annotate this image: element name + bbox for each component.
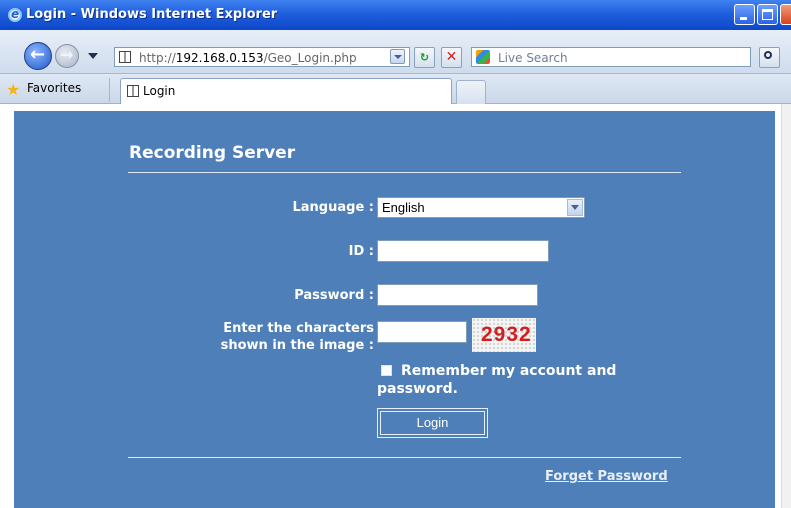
chevron-down-icon[interactable] [567, 199, 583, 216]
address-bar[interactable]: http://192.168.0.153/Geo_Login.php [114, 47, 410, 67]
maximize-button[interactable] [757, 4, 778, 25]
id-label: ID : [348, 244, 374, 259]
login-panel [14, 111, 775, 508]
divider-bottom [128, 457, 681, 458]
id-input[interactable] [377, 240, 549, 262]
search-icon[interactable] [759, 47, 780, 68]
login-button[interactable]: Login [377, 408, 488, 438]
language-label: Language : [292, 200, 375, 215]
search-box[interactable]: Live Search [471, 47, 751, 67]
captcha-text: 2932 [481, 323, 532, 346]
address-dropdown-button[interactable] [390, 49, 405, 64]
history-dropdown-icon[interactable] [88, 53, 98, 59]
language-select[interactable]: English [377, 197, 585, 218]
address-url[interactable]: http://192.168.0.153/Geo_Login.php [139, 51, 357, 65]
search-placeholder: Live Search [498, 51, 568, 65]
captcha-label: Enter the characters shown in the image … [160, 320, 374, 354]
captcha-input[interactable] [377, 321, 467, 343]
forward-button[interactable] [55, 44, 79, 68]
tab-divider [109, 78, 110, 102]
forget-password-link[interactable]: Forget Password [545, 469, 668, 484]
close-button[interactable] [780, 4, 791, 25]
remember-label[interactable]: Remember my account and password. [377, 362, 657, 398]
tab-page-icon [127, 85, 139, 97]
password-input[interactable] [377, 284, 538, 306]
tab-login[interactable]: Login [120, 78, 452, 104]
back-button[interactable] [24, 42, 52, 70]
minimize-button[interactable] [734, 4, 755, 25]
live-search-icon [476, 50, 490, 64]
page-icon [119, 51, 131, 63]
url-prefix: http:// [139, 51, 176, 65]
favorites-button[interactable]: Favorites [27, 81, 81, 95]
page-title: Recording Server [129, 143, 296, 163]
new-tab-button[interactable] [456, 80, 486, 104]
window-title: Login - Windows Internet Explorer [26, 7, 278, 22]
captcha-image: 2932 [472, 318, 536, 352]
captcha-label-line1: Enter the characters [223, 321, 374, 336]
favorites-star-icon[interactable]: ★ [6, 80, 20, 99]
url-host: 192.168.0.153 [175, 51, 264, 65]
password-label: Password : [294, 288, 374, 303]
tab-label: Login [143, 84, 176, 98]
login-button-label: Login [380, 411, 485, 435]
scrollbar[interactable] [781, 104, 791, 508]
language-selected-value: English [382, 200, 425, 215]
divider-top [128, 172, 681, 173]
url-path: /Geo_Login.php [263, 51, 357, 65]
refresh-icon[interactable]: ↻ [414, 47, 435, 68]
captcha-label-line2: shown in the image : [220, 338, 374, 353]
ie-logo-icon [8, 7, 22, 22]
stop-icon[interactable]: ✕ [441, 47, 462, 68]
